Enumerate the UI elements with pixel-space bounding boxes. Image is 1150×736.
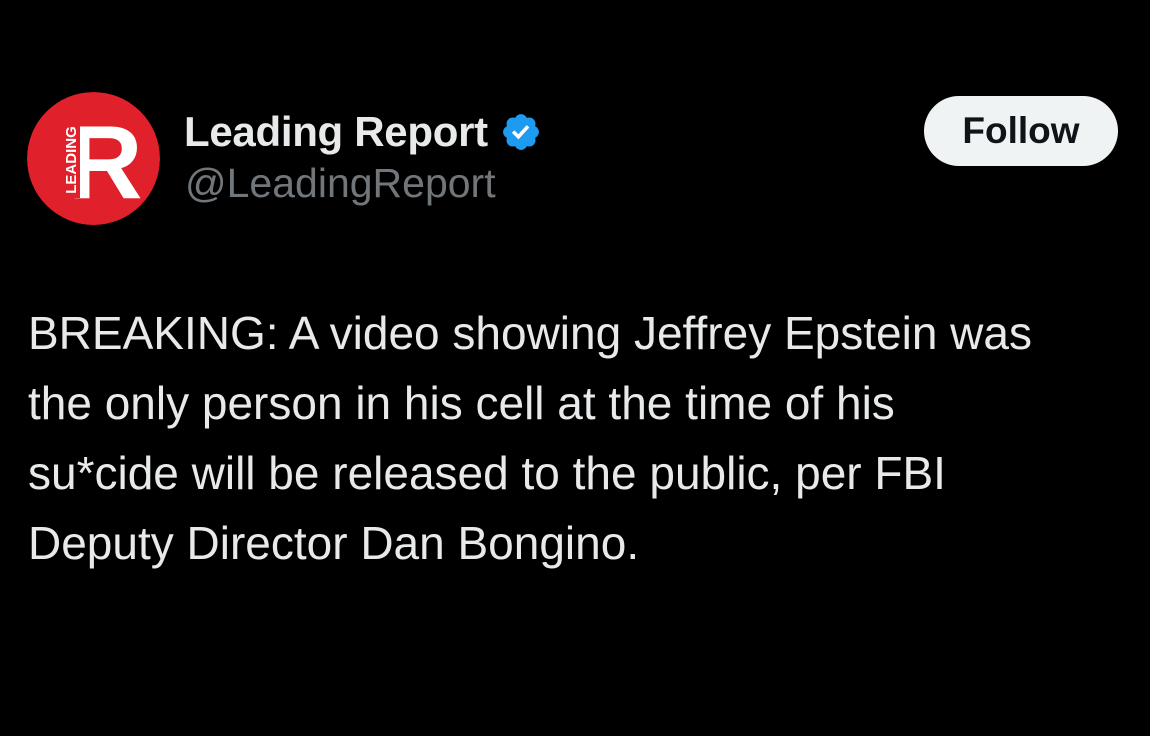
follow-button[interactable]: Follow [924,96,1118,166]
avatar[interactable]: R LEADING [27,92,160,225]
tweet-text-line: the only person in his cell at the time … [28,377,895,429]
author-display-name[interactable]: Leading Report [184,108,488,156]
tweet-text-line: BREAKING: A video showing Jeffrey Epstei… [28,307,1032,359]
leading-report-logo-icon: R LEADING [27,92,160,225]
tweet-text-line: Deputy Director Dan Bongino. [28,517,640,569]
author-name-row: Leading Report [184,104,542,160]
verified-badge-icon[interactable] [500,111,542,153]
tweet-text: BREAKING: A video showing Jeffrey Epstei… [28,298,1138,578]
avatar-logo-word: LEADING [63,126,80,194]
tweet-text-line: su*cide will be released to the public, … [28,447,946,499]
tweet-card: R LEADING Leading Report @LeadingReport … [0,0,1150,736]
author-handle[interactable]: @LeadingReport [185,160,496,207]
